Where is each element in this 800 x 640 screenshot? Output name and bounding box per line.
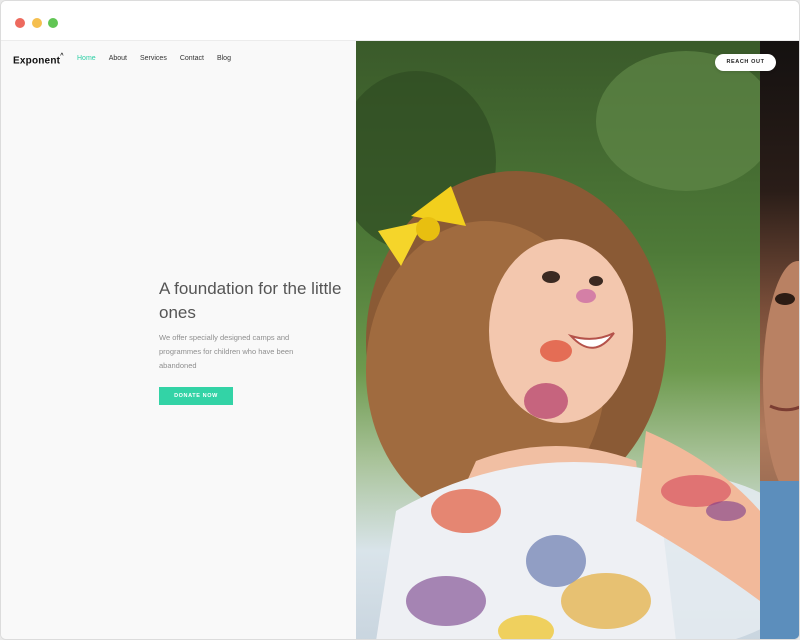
nav-item-services[interactable]: Services [140, 55, 167, 62]
maximize-window-icon[interactable] [48, 18, 58, 28]
nav-item-home[interactable]: Home [77, 55, 96, 62]
minimize-window-icon[interactable] [32, 18, 42, 28]
hero-photo-child-with-paint [356, 41, 760, 639]
site-logo[interactable]: Exponent^ [13, 53, 64, 67]
window-titlebar [1, 1, 799, 41]
logo-mark: ^ [60, 53, 64, 59]
child-illustration [356, 51, 760, 639]
logo-text: Exponent [13, 55, 61, 67]
nav-item-contact[interactable]: Contact [180, 55, 204, 62]
hero-text-panel: Exponent^ Home About Services Contact Bl… [1, 41, 356, 639]
second-child-photo [760, 41, 799, 639]
close-window-icon[interactable] [15, 18, 25, 28]
nav-item-about[interactable]: About [109, 55, 127, 62]
nav-item-blog[interactable]: Blog [217, 55, 231, 62]
second-child-illustration [760, 261, 799, 639]
hero-title: A foundation for the little ones [159, 279, 342, 322]
main-nav: Home About Services Contact Blog [77, 55, 231, 62]
donate-now-button[interactable]: DONATE NOW [159, 387, 233, 405]
hero-description: We offer specially designed camps and pr… [159, 333, 294, 370]
reach-out-button[interactable]: REACH OUT [715, 54, 776, 71]
browser-window: Exponent^ Home About Services Contact Bl… [0, 0, 800, 640]
page-viewport: Exponent^ Home About Services Contact Bl… [1, 41, 799, 639]
